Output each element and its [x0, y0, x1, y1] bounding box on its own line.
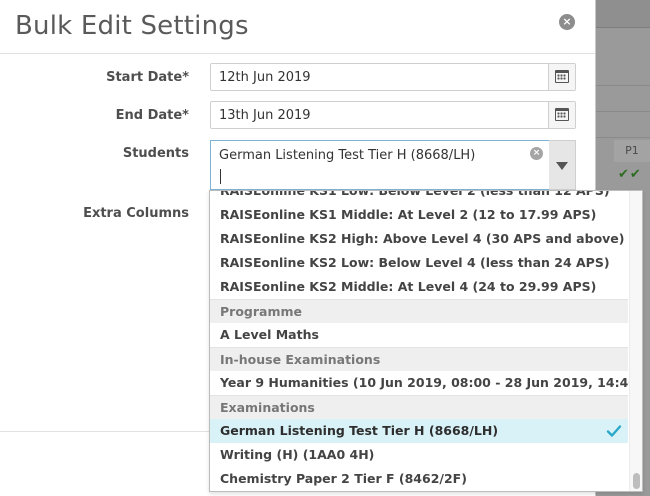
modal-header: Bulk Edit Settings × [0, 0, 595, 54]
background-check-marks: ✔✔ [618, 167, 642, 182]
background-row [596, 86, 650, 112]
students-dropdown-list: RAISEonline KS1 Low: Below Level 2 (less… [209, 190, 643, 492]
students-selected-value: German Listening Test Tier H (8668/LH) [219, 148, 476, 163]
list-item[interactable]: RAISEonline KS2 Middle: At Level 4 (24 t… [210, 275, 628, 299]
chevron-down-icon[interactable] [549, 140, 576, 190]
list-item[interactable]: Writing (H) (1AA0 4H) [210, 443, 628, 467]
end-date-input[interactable]: 13th Jun 2019 [210, 101, 576, 129]
list-item[interactable]: Chemistry Paper 2 Tier F (8462/2F) [210, 467, 628, 491]
group-header: In-house Examinations [210, 347, 628, 371]
close-icon[interactable]: × [559, 14, 575, 30]
list-item[interactable]: A Level Maths [210, 323, 628, 347]
background-rows [596, 60, 650, 138]
calendar-icon [555, 70, 569, 83]
list-item[interactable]: RAISEonline KS2 High: Above Level 4 (30 … [210, 227, 628, 251]
list-item[interactable]: RAISEonline KS2 Low: Below Level 4 (less… [210, 251, 628, 275]
clear-icon[interactable]: × [530, 147, 543, 160]
list-item[interactable]: RAISEonline KS1 Low: Below Level 2 (less… [210, 191, 628, 203]
list-item-selected[interactable]: German Listening Test Tier H (8668/LH) [210, 419, 628, 443]
end-date-calendar-button[interactable] [548, 102, 575, 128]
modal-title: Bulk Edit Settings [15, 11, 249, 41]
scrollbar-thumb[interactable] [633, 473, 640, 489]
list-item[interactable]: Year 9 Humanities (10 Jun 2019, 08:00 - … [210, 371, 642, 395]
end-date-label: End Date* [115, 108, 189, 123]
group-header: Examinations [210, 395, 628, 419]
group-header: Programme [210, 299, 628, 323]
calendar-icon [555, 108, 569, 121]
start-date-label: Start Date* [106, 70, 189, 85]
start-date-input[interactable]: 12th Jun 2019 [210, 63, 576, 91]
background-header-strip [596, 0, 650, 28]
background-column-header: P1 [614, 140, 650, 162]
dropdown-scrollbar[interactable] [629, 191, 642, 491]
background-row [596, 60, 650, 86]
extra-columns-label: Extra Columns [83, 206, 189, 221]
start-date-value: 12th Jun 2019 [219, 70, 311, 85]
list-item-label: German Listening Test Tier H (8668/LH) [220, 423, 499, 438]
students-select[interactable]: German Listening Test Tier H (8668/LH) × [210, 140, 550, 190]
check-icon [606, 425, 622, 437]
modal-footer-divider [0, 431, 210, 432]
list-item[interactable]: RAISEonline KS1 Middle: At Level 2 (12 t… [210, 203, 628, 227]
start-date-calendar-button[interactable] [548, 64, 575, 90]
students-label: Students [122, 146, 189, 161]
end-date-value: 13th Jun 2019 [219, 108, 311, 123]
students-search-input[interactable] [220, 169, 221, 184]
background-row [596, 112, 650, 138]
